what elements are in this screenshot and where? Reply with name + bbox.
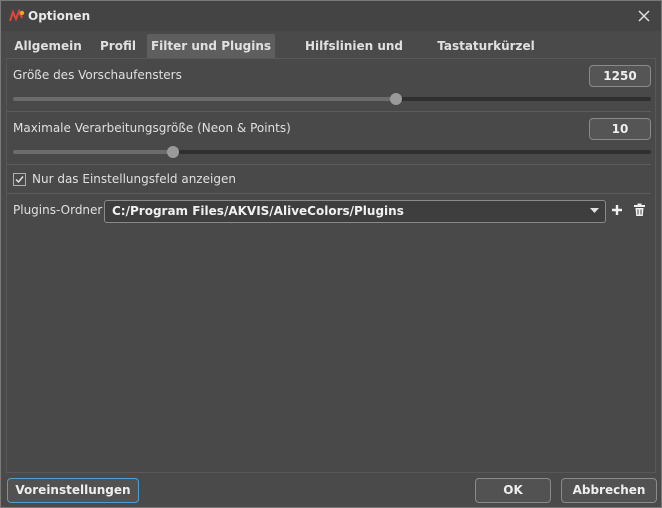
max-processing-input[interactable]: 10: [589, 118, 651, 140]
preview-size-slider-fill: [13, 97, 396, 101]
cancel-button[interactable]: Abbrechen: [561, 478, 657, 503]
preview-size-input[interactable]: 1250: [589, 65, 651, 87]
max-processing-slider-thumb[interactable]: [166, 146, 179, 158]
tab-tastaturkuerzel[interactable]: Tastaturkürzel: [433, 34, 539, 58]
tab-bar: Allgemein Profil Filter und Plugins Hilf…: [1, 33, 661, 77]
trash-icon[interactable]: [633, 203, 646, 217]
divider: [7, 111, 651, 112]
max-processing-slider[interactable]: [13, 146, 651, 158]
preview-size-label: Größe des Vorschaufensters: [13, 68, 182, 82]
preview-size-slider[interactable]: [13, 93, 651, 105]
plugins-folder-select[interactable]: C:/Program Files/AKVIS/AliveColors/Plugi…: [104, 200, 606, 223]
app-logo-icon: [9, 9, 25, 22]
tab-profil[interactable]: Profil: [93, 34, 143, 58]
plus-icon[interactable]: [610, 203, 624, 217]
divider: [7, 193, 651, 194]
checkmark-icon: [15, 176, 24, 184]
tab-hilfslinien-und-raster[interactable]: Hilfslinien und Raster: [281, 34, 427, 77]
window-title: Optionen: [28, 9, 91, 23]
preview-size-slider-thumb[interactable]: [389, 93, 402, 105]
ok-button[interactable]: OK: [475, 478, 551, 503]
max-processing-slider-fill: [13, 150, 173, 154]
max-processing-label: Maximale Verarbeitungsgröße (Neon & Poin…: [13, 121, 291, 135]
plugins-folder-value: C:/Program Files/AKVIS/AliveColors/Plugi…: [112, 204, 404, 218]
tab-allgemein[interactable]: Allgemein: [11, 34, 85, 58]
plugins-folder-label: Plugins-Ordner: [13, 203, 103, 217]
only-settings-panel-label: Nur das Einstellungsfeld anzeigen: [32, 172, 236, 186]
only-settings-panel-checkbox[interactable]: [13, 173, 26, 186]
divider: [7, 164, 651, 165]
title-bar: Optionen: [1, 1, 661, 31]
chevron-down-icon: [590, 208, 599, 213]
close-icon[interactable]: [635, 7, 653, 25]
tab-filter-und-plugins[interactable]: Filter und Plugins: [147, 34, 275, 58]
options-dialog: Optionen Allgemein Profil Filter und Plu…: [0, 0, 662, 508]
defaults-button[interactable]: Voreinstellungen: [7, 478, 139, 503]
